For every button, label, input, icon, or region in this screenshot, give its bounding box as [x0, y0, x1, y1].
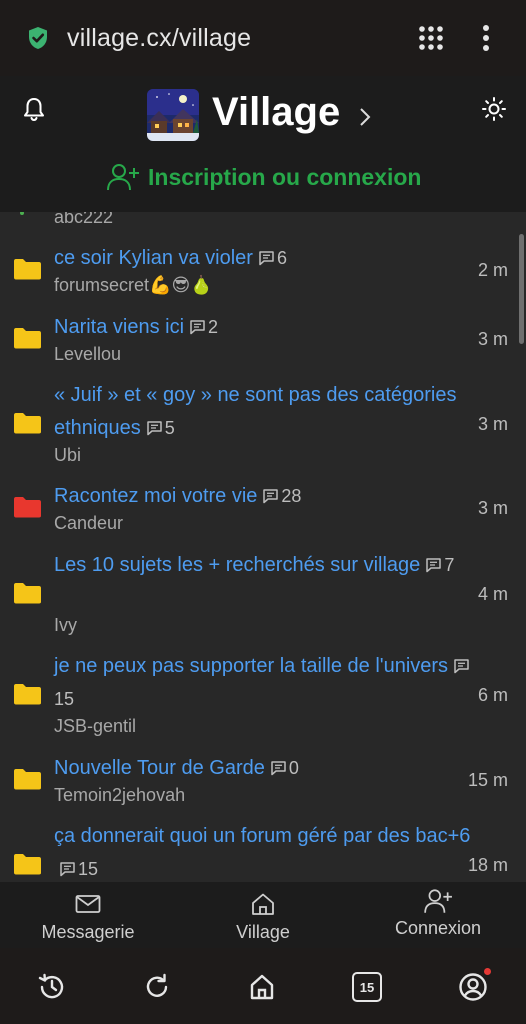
login-link[interactable]: Inscription ou connexion — [106, 162, 421, 192]
reply-count: 28 — [281, 486, 302, 506]
site-title[interactable]: Village — [212, 90, 340, 135]
reply-count: 2 — [208, 317, 219, 337]
tabs-button[interactable]: 15 — [352, 972, 382, 1002]
site-header: Village Inscription ou connexion — [0, 76, 526, 212]
home-icon — [252, 893, 274, 915]
account-icon[interactable] — [457, 971, 489, 1003]
topic-author[interactable]: JSB-gentil — [54, 716, 136, 737]
add-user-icon — [107, 164, 139, 191]
comment-icon — [60, 862, 75, 877]
topic-list: abc222 ce soir Kylian va violer 6 forumse… — [0, 212, 526, 882]
site-bottom-nav: Messagerie Village Connexion — [0, 882, 526, 948]
nav-label: Village — [236, 922, 290, 942]
nav-messages[interactable]: Messagerie — [28, 882, 148, 948]
folder-icon — [14, 684, 41, 705]
sun-icon[interactable] — [481, 96, 507, 122]
topic-author: abc222 — [54, 212, 114, 227]
chevron-right-icon[interactable] — [356, 106, 374, 128]
topic-title[interactable]: ça donnerait quoi un forum géré par des … — [54, 820, 474, 882]
more-vert-icon[interactable] — [478, 24, 494, 52]
folder-icon — [14, 413, 41, 434]
topic-age: 18 m — [467, 855, 508, 875]
folder-icon — [14, 583, 41, 604]
comment-icon — [426, 558, 442, 573]
reply-count: 6 — [276, 248, 287, 268]
topic-title[interactable]: Les 10 sujets les + recherchés sur villa… — [54, 549, 474, 582]
nav-village[interactable]: Village — [213, 882, 313, 948]
reply-count: 7 — [444, 555, 455, 575]
topic-age: 2 m — [477, 260, 508, 280]
add-user-icon — [424, 889, 452, 913]
topic-age: 3 m — [477, 414, 508, 434]
comment-icon — [454, 659, 469, 674]
reply-count: 15 — [78, 859, 99, 879]
topic-title[interactable]: je ne peux pas supporter la taille de l'… — [54, 650, 474, 716]
topic-age: 4 m — [477, 584, 508, 604]
topic-title[interactable]: « Juif » et « goy » ne sont pas des caté… — [54, 379, 474, 445]
reload-icon[interactable] — [141, 971, 173, 1003]
folder-icon — [14, 328, 41, 349]
login-label: Inscription ou connexion — [148, 163, 422, 190]
reply-count: 15 — [54, 689, 75, 709]
scrollbar[interactable] — [519, 234, 524, 344]
comment-icon — [263, 489, 279, 504]
nav-login[interactable]: Connexion — [382, 882, 494, 948]
topic-author[interactable]: Candeur — [54, 513, 123, 534]
folder-icon — [14, 259, 41, 280]
nav-label: Messagerie — [41, 922, 135, 942]
browser-toolbar: 15 — [0, 948, 526, 1024]
mail-icon — [75, 895, 101, 913]
notification-dot — [484, 968, 491, 975]
topic-author[interactable]: Ivy — [54, 615, 77, 636]
status-dot — [20, 212, 24, 215]
topic-author[interactable]: Levellou — [54, 344, 121, 365]
folder-icon — [14, 854, 41, 875]
topic-author[interactable]: Temoin2jehovah — [54, 785, 185, 806]
shield-check-icon — [29, 27, 47, 49]
topic-age: 6 m — [477, 685, 508, 705]
tab-count: 15 — [359, 979, 375, 995]
history-icon[interactable] — [36, 971, 68, 1003]
topic-age: 15 m — [467, 770, 508, 790]
reply-count: 0 — [288, 758, 299, 778]
topic-author[interactable]: Ubi — [54, 445, 81, 466]
comment-icon — [190, 320, 205, 335]
topic-author[interactable]: forumsecret💪😎🍐 — [54, 275, 213, 296]
apps-grid-icon[interactable] — [418, 25, 444, 51]
comment-icon — [271, 761, 286, 776]
reply-count: 5 — [164, 418, 175, 438]
topic-title[interactable]: Nouvelle Tour de Garde 0 — [54, 752, 474, 785]
nav-label: Connexion — [394, 918, 482, 938]
topic-title[interactable]: Racontez moi votre vie 28 — [54, 480, 474, 513]
url-text[interactable]: village.cx/village — [67, 24, 251, 53]
folder-icon — [14, 769, 41, 790]
topic-age: 3 m — [477, 329, 508, 349]
home-icon[interactable] — [246, 971, 278, 1003]
topic-title[interactable]: Narita viens ici 2 — [54, 311, 474, 344]
folder-icon — [14, 497, 41, 518]
bell-icon[interactable] — [22, 96, 46, 122]
comment-icon — [259, 251, 274, 266]
site-logo[interactable] — [147, 89, 199, 141]
browser-url-bar: village.cx/village — [0, 0, 526, 76]
topic-title[interactable]: ce soir Kylian va violer 6 — [54, 242, 474, 275]
topic-age: 3 m — [477, 498, 508, 518]
comment-icon — [147, 421, 162, 436]
